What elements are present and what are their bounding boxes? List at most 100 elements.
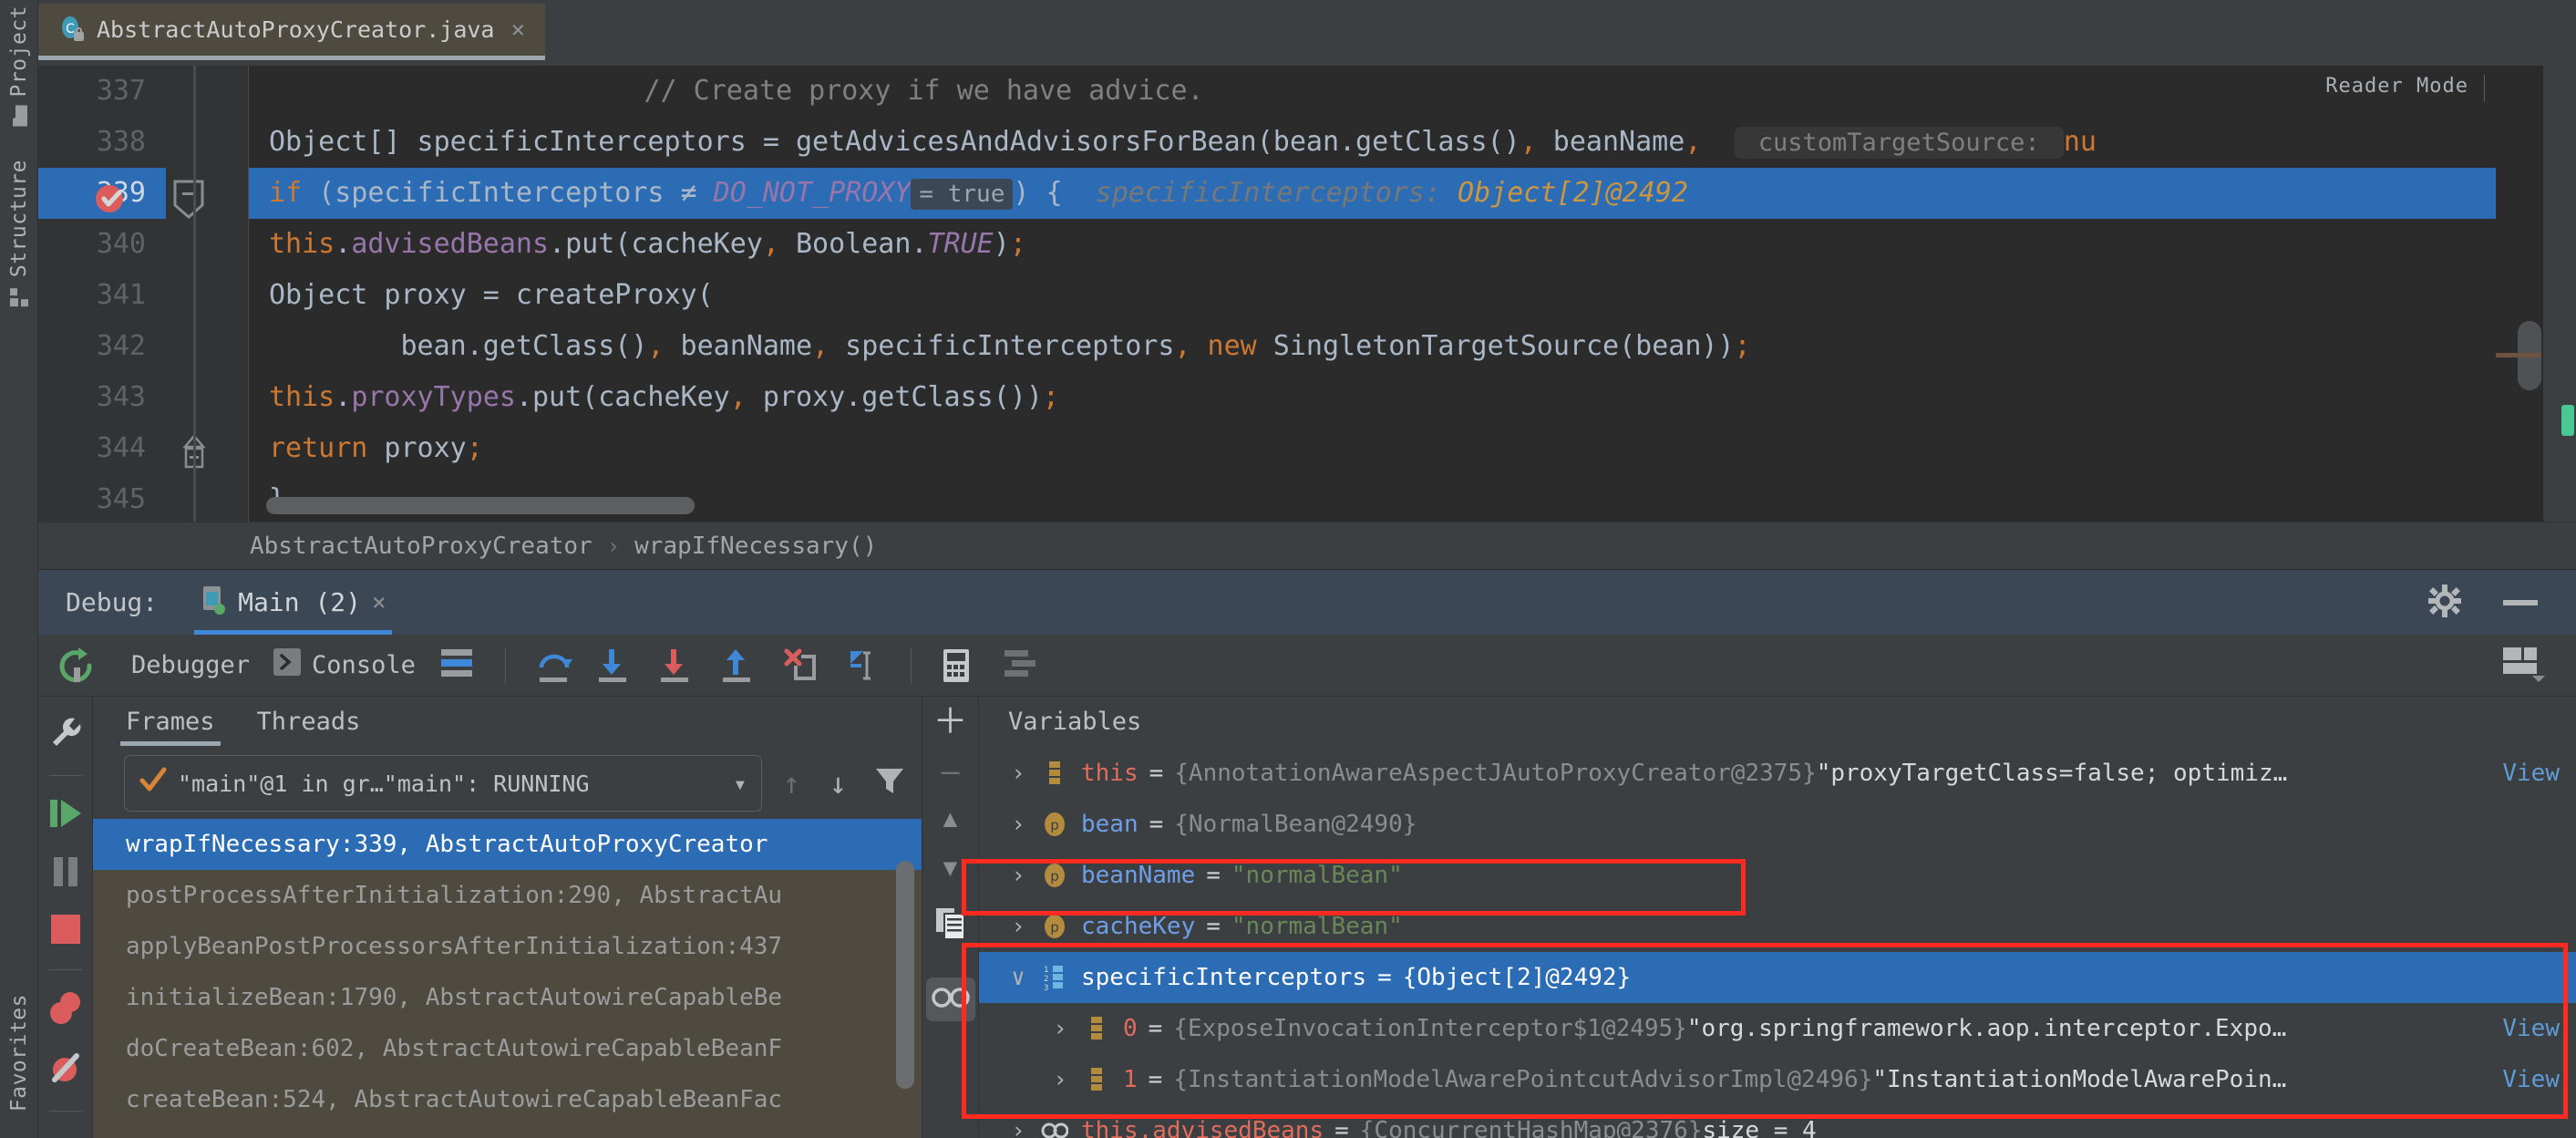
minimize-icon[interactable]	[2503, 594, 2538, 611]
rerun-icon[interactable]	[58, 647, 95, 684]
chevron-right-icon[interactable]: ›	[1003, 748, 1034, 799]
variable-type: {NormalBean@2490}	[1174, 811, 1417, 838]
chevron-down-icon[interactable]: ∨	[1003, 952, 1034, 1003]
thread-selector[interactable]: "main"@1 in gr…"main": RUNNING ▾	[124, 755, 763, 812]
frame-row[interactable]: createBean:524, AbstractAutowireCapableB…	[93, 1074, 922, 1125]
editor-horizontal-scrollbar-thumb[interactable]	[266, 497, 695, 514]
step-over-icon[interactable]	[535, 647, 572, 684]
code-line-340[interactable]: this.advisedBeans.put(cacheKey, Boolean.…	[249, 219, 2576, 270]
editor-gutter-linenumbers: 337338339340341342343344345	[38, 66, 166, 522]
code-token: ;	[1042, 381, 1059, 413]
variables-tree[interactable]: › this = {AnnotationAwareAspectJAutoProxyCr…	[979, 748, 2576, 1138]
chevron-right-icon[interactable]: ›	[1003, 1105, 1034, 1138]
editor-gutter-markers[interactable]	[96, 66, 249, 522]
code-token: ) {	[1013, 177, 1063, 209]
code-lines-container[interactable]: // Create proxy if we have advice. Object…	[249, 66, 2576, 522]
chevron-right-icon[interactable]: ›	[1003, 850, 1034, 901]
line-number-344: 344	[96, 432, 146, 464]
step-into-icon[interactable]	[597, 647, 634, 684]
breakpoint-verified-icon[interactable]	[93, 181, 129, 221]
add-watch-icon[interactable]: ＋	[933, 704, 967, 739]
frame-row[interactable]: wrapIfNecessary:339, AbstractAutoProxyCr…	[93, 819, 922, 870]
inline-value-chip[interactable]: = true	[911, 179, 1014, 210]
move-down-icon[interactable]: ▼	[943, 856, 958, 880]
code-line-339[interactable]: if (specificInterceptors ≠ DO_NOT_PROXY =…	[249, 168, 2576, 219]
close-icon[interactable]: ×	[511, 16, 526, 44]
layout-icon[interactable]	[2501, 646, 2545, 686]
view-value-link[interactable]: View	[2502, 1003, 2560, 1054]
code-token: Object proxy = createProxy(	[269, 279, 714, 311]
layout-settings-icon[interactable]	[439, 647, 476, 684]
settings-threads-icon[interactable]	[1003, 647, 1039, 684]
chevron-down-icon[interactable]: ▾	[733, 771, 747, 797]
resume-program-icon[interactable]	[47, 796, 84, 834]
frame-down-icon[interactable]: ↓	[820, 766, 856, 801]
chevron-right-icon[interactable]: ›	[1045, 1054, 1076, 1105]
mute-breakpoints-icon[interactable]	[47, 1050, 84, 1091]
tab-console[interactable]: Console	[273, 648, 416, 682]
close-icon[interactable]: ×	[372, 589, 386, 616]
pause-program-icon[interactable]	[50, 854, 81, 893]
variable-row-this[interactable]: › this = {AnnotationAwareAspectJAutoProxyCr…	[979, 748, 2576, 799]
code-fold-guide	[193, 66, 196, 522]
chevron-right-icon[interactable]: ›	[1003, 901, 1034, 952]
run-to-cursor-icon[interactable]	[845, 647, 881, 684]
move-up-icon[interactable]: ▲	[943, 807, 958, 831]
inline-debug-hint[interactable]: specificInterceptors: Object[2]@2492	[1063, 177, 1688, 209]
code-token: this	[269, 228, 335, 260]
run-configuration-tab-main[interactable]: Main (2) ×	[187, 570, 399, 636]
editor-tab-abstractautoproxycreator[interactable]: C AbstractAutoProxyCreator.java ×	[38, 4, 546, 60]
variable-row-specificinterceptors[interactable]: ∨ 1 2 3 specificInterceptors = {Object[2]@2492…	[979, 952, 2576, 1003]
frame-row[interactable]: applyBeanPostProcessorsAfterInitializati…	[93, 921, 922, 972]
step-out-icon[interactable]	[721, 647, 757, 684]
sidebar-item-structure[interactable]: Structure	[0, 160, 38, 307]
editor-marker-bar	[2543, 66, 2576, 522]
variable-row-cachekey[interactable]: › p cacheKey = "normalBean"	[979, 901, 2576, 952]
breadcrumb-method[interactable]: wrapIfNecessary()	[634, 533, 877, 560]
tab-threads[interactable]: Threads	[257, 697, 361, 748]
variable-value: "proxyTargetClass=false; optimiz…	[1816, 760, 2288, 787]
code-line-343[interactable]: this.proxyTypes.put(cacheKey, proxy.getC…	[249, 372, 2576, 423]
variable-row-beanname[interactable]: › p beanName = "normalBean"	[979, 850, 2576, 901]
tab-frames[interactable]: Frames	[120, 697, 221, 748]
code-line-342[interactable]: bean.getClass(), beanName, specificInter…	[249, 321, 2576, 372]
tab-debugger[interactable]: Debugger	[131, 651, 250, 679]
evaluate-expression-icon[interactable]	[941, 647, 977, 684]
code-editor[interactable]: 337338339340341342343344345	[38, 66, 2576, 522]
force-step-into-icon[interactable]	[659, 647, 696, 684]
variable-row-this-advisedbeans[interactable]: › this.advisedBeans = {ConcurrentHashMap@23…	[979, 1105, 2576, 1138]
variable-row-bean[interactable]: › p bean = {NormalBean@2490}	[979, 799, 2576, 850]
remove-watch-icon[interactable]: —	[941, 756, 959, 787]
variable-row-1[interactable]: › 1 = {InstantiationModelAwarePointcutAdvis…	[979, 1054, 2576, 1105]
frame-row[interactable]: postProcessAfterInitialization:290, Abst…	[93, 870, 922, 921]
copy-value-icon[interactable]	[934, 906, 967, 945]
wrench-icon[interactable]	[47, 715, 84, 755]
stop-icon[interactable]	[49, 913, 82, 949]
filter-frames-icon[interactable]	[867, 766, 912, 801]
inspect-icon[interactable]	[925, 978, 975, 1021]
chevron-right-icon[interactable]: ›	[1045, 1003, 1076, 1054]
frame-row[interactable]: lambda$doGetBean$0:335, AbstractBeanFact…	[93, 1125, 922, 1138]
frame-up-icon[interactable]: ↑	[773, 766, 809, 801]
variable-row-0[interactable]: › 0 = {ExposeInvocationInterceptor$1@2495} …	[979, 1003, 2576, 1054]
frame-row[interactable]: initializeBean:1790, AbstractAutowireCap…	[93, 972, 922, 1023]
code-line-338[interactable]: Object[] specificInterceptors = getAdvic…	[249, 117, 2576, 168]
frame-list[interactable]: wrapIfNecessary:339, AbstractAutoProxyCr…	[93, 819, 922, 1138]
code-line-337[interactable]: // Create proxy if we have advice.	[249, 66, 2576, 117]
chevron-right-icon[interactable]: ›	[1003, 799, 1034, 850]
collapse-block-icon[interactable]	[171, 180, 206, 223]
view-value-link[interactable]: View	[2502, 1054, 2560, 1105]
rail-separator-1	[48, 775, 82, 776]
view-value-link[interactable]: View	[2502, 748, 2560, 799]
sidebar-item-favorites[interactable]: Favorites	[0, 994, 38, 1112]
breadcrumb[interactable]: AbstractAutoProxyCreator › wrapIfNecessa…	[38, 522, 2576, 569]
gear-icon[interactable]	[2427, 583, 2463, 623]
code-line-341[interactable]: Object proxy = createProxy(	[249, 270, 2576, 321]
drop-frame-icon[interactable]	[783, 647, 819, 684]
frame-row[interactable]: doCreateBean:602, AbstractAutowireCapabl…	[93, 1023, 922, 1074]
sidebar-item-project[interactable]: Project	[0, 5, 38, 127]
frames-scrollbar-thumb[interactable]	[896, 861, 914, 1089]
breadcrumb-class[interactable]: AbstractAutoProxyCreator	[250, 533, 592, 560]
code-line-344[interactable]: return proxy;	[249, 423, 2576, 474]
view-breakpoints-icon[interactable]	[47, 990, 84, 1030]
